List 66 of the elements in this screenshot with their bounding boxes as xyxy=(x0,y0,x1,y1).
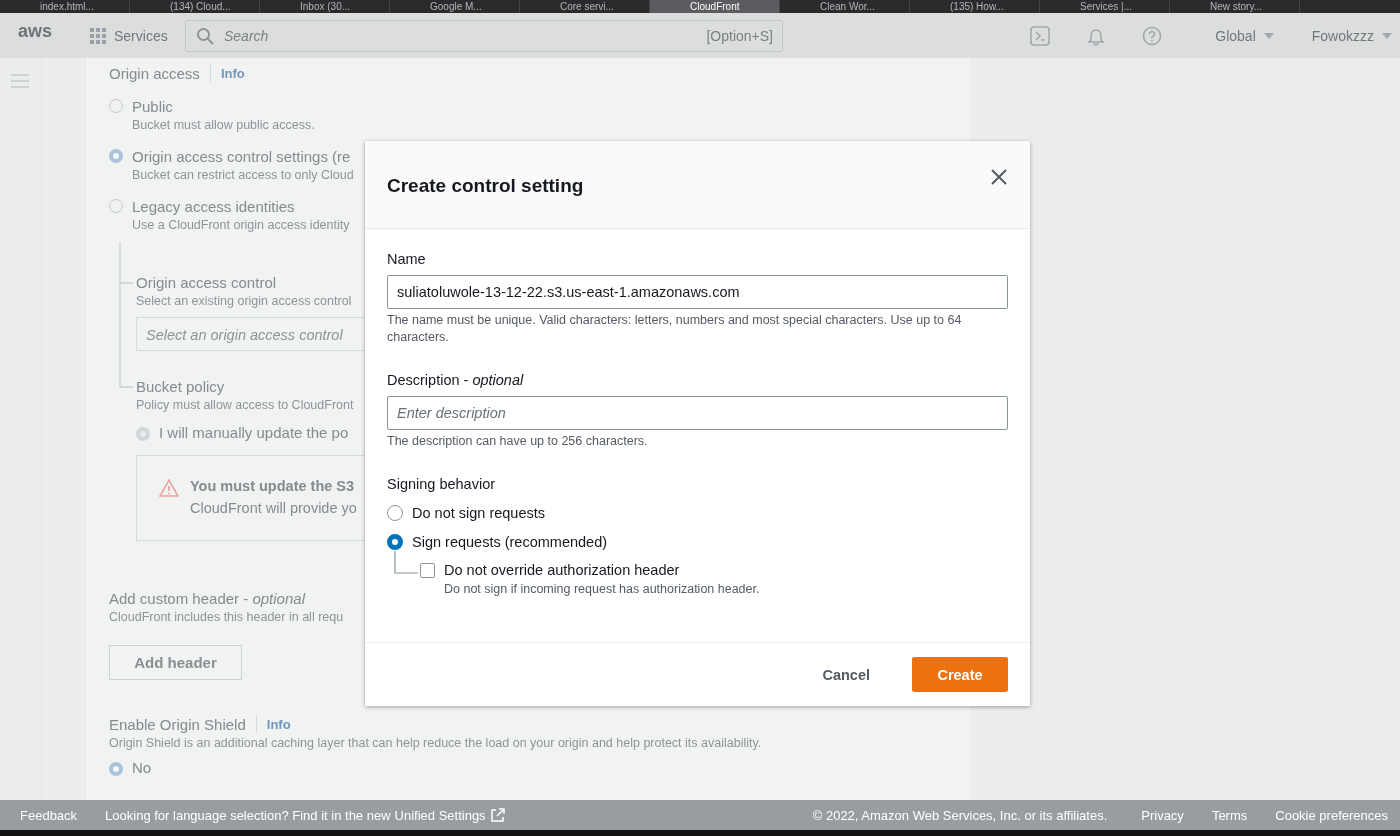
field-description: CloudFront includes this header in all requ xyxy=(109,609,344,626)
menu-button[interactable] xyxy=(11,74,29,88)
grid-icon xyxy=(90,27,106,44)
field-hint: The name must be unique. Valid characters: letters, numbers and most special characters. Use up to 64 characters. xyxy=(387,312,963,346)
copyright-text: © 2022, Amazon Web Services, Inc. or its affiliates. xyxy=(812,807,1108,823)
alert-title: You must update the S3 xyxy=(190,478,356,494)
shortcut-hint: [Option+S] xyxy=(706,27,773,44)
field-description: Select an existing origin access control xyxy=(136,293,352,310)
info-link[interactable]: Info xyxy=(266,716,291,732)
region-menu[interactable]: Global xyxy=(1215,27,1274,44)
dialog-title: Create control setting xyxy=(387,174,584,197)
feedback-link[interactable]: Feedback xyxy=(20,807,78,823)
radio-button[interactable] xyxy=(387,505,403,521)
option-description: Bucket can restrict access to only Cloud xyxy=(132,167,354,184)
option-label: Origin access control settings (re xyxy=(132,147,351,167)
field-description: Policy must allow access to CloudFront xyxy=(136,397,354,414)
option-description: Bucket must allow public access. xyxy=(132,117,315,134)
services-menu[interactable]: Services xyxy=(90,27,185,44)
add-header-button[interactable]: Add header xyxy=(109,645,242,680)
create-button[interactable]: Create xyxy=(912,657,1008,692)
terminal-icon xyxy=(1030,25,1051,46)
section-title: Enable Origin Shield xyxy=(109,715,246,733)
close-button[interactable] xyxy=(990,167,1008,186)
field-label: Bucket policy xyxy=(136,377,225,397)
field-label: Name xyxy=(387,250,426,269)
unified-settings-link[interactable]: Unified Settings xyxy=(394,807,505,823)
language-notice: Looking for language selection? Find it in the new xyxy=(105,807,391,823)
option-label: Do not sign requests xyxy=(412,504,545,523)
footer-link[interactable]: Cookie preferences xyxy=(1275,807,1388,823)
checkbox[interactable] xyxy=(420,563,435,578)
radio-button[interactable] xyxy=(109,762,123,776)
radio-button[interactable] xyxy=(109,149,123,163)
field-description: Origin Shield is an additional caching layer that can help reduce the load on your origin and help protect its availability. xyxy=(109,735,762,752)
footer-link[interactable]: Privacy xyxy=(1141,807,1184,823)
field-label: Add custom header - optional xyxy=(109,589,305,609)
checkbox-label: Do not override authorization header xyxy=(444,561,681,580)
option-description: Use a CloudFront origin access identity xyxy=(132,217,350,234)
option-label: Legacy access identities xyxy=(132,197,295,217)
name-input[interactable]: suliatoluwole-13-12-22.s3.us-east-1.amazonaws.com xyxy=(387,275,1008,309)
caret-icon xyxy=(1263,32,1274,39)
close-icon xyxy=(991,168,1007,185)
logo[interactable]: aws xyxy=(18,21,90,42)
field-hint: The description can have up to 256 characters. xyxy=(387,433,649,450)
checkbox-description: Do not sign if incoming request has authorization header. xyxy=(444,581,760,598)
caret-icon xyxy=(1382,32,1392,39)
menu-icon xyxy=(11,74,29,88)
option-label: Sign requests (recommended) xyxy=(412,533,608,552)
radio-button[interactable] xyxy=(387,534,403,550)
option-label: Public xyxy=(132,97,173,117)
help-icon xyxy=(1142,25,1163,46)
info-link[interactable]: Info xyxy=(220,65,245,81)
search-icon xyxy=(196,26,214,45)
field-label: Origin access control xyxy=(136,273,277,293)
description-input[interactable]: Enter description xyxy=(387,396,1008,430)
account-menu[interactable]: Fowokzzz xyxy=(1311,27,1392,44)
browser-tab[interactable]: CloudFront xyxy=(650,0,780,13)
warning-icon xyxy=(159,479,179,497)
field-label: Signing behavior xyxy=(387,475,496,494)
alert-text: CloudFront will provide yo xyxy=(190,500,357,516)
field-label: Description - optional xyxy=(387,371,524,390)
option-label: I will manually update the po xyxy=(159,423,349,443)
cancel-button[interactable]: Cancel xyxy=(800,657,892,692)
footer-link[interactable]: Terms xyxy=(1211,807,1248,823)
external-link-icon xyxy=(489,807,505,823)
section-title: Origin access xyxy=(109,64,200,82)
option-label: No xyxy=(132,758,152,778)
